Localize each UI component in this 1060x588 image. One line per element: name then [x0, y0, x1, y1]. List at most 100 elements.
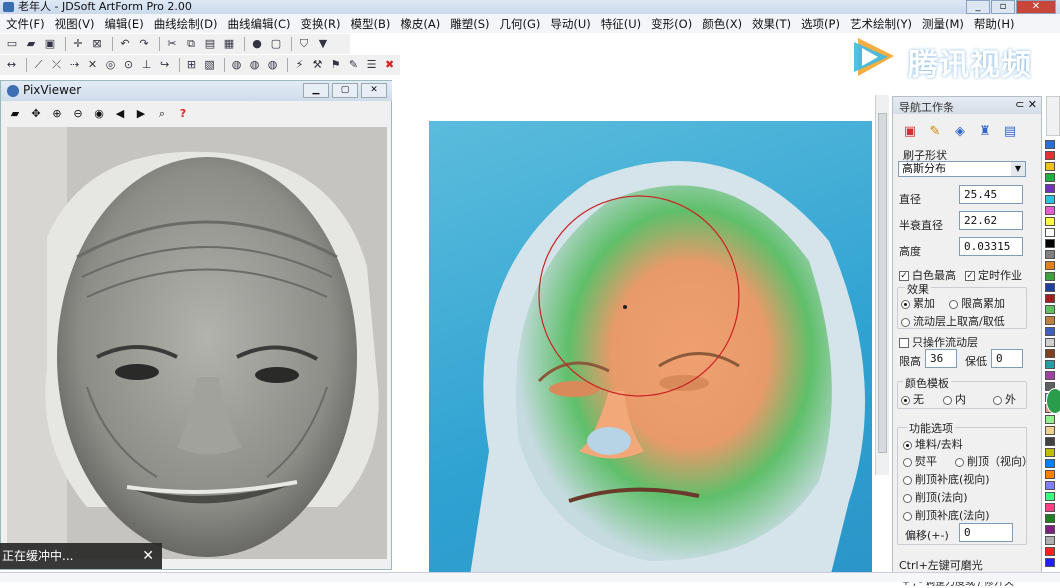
color-outer-radio[interactable]: 外 [993, 391, 1016, 407]
paint2-icon[interactable]: ◍ [247, 57, 262, 73]
effect-accumulate-radio[interactable]: 累加 [901, 295, 935, 311]
chevron-down-icon[interactable]: ▼ [1011, 162, 1025, 176]
color-swatch[interactable] [1045, 536, 1055, 545]
paste-icon[interactable]: ▤ [202, 36, 218, 52]
pixviewer-close-button[interactable]: ✕ [361, 83, 387, 98]
stamp-icon[interactable]: ⚑ [328, 57, 343, 73]
color-swatch[interactable] [1045, 217, 1055, 226]
offset-input[interactable]: 0 [959, 523, 1013, 542]
color-swatch[interactable] [1045, 261, 1055, 270]
effect-limit-radio[interactable]: 限高累加 [949, 295, 1005, 311]
color-swatch[interactable] [1045, 547, 1055, 556]
save-icon[interactable]: ▣ [42, 36, 58, 52]
only-flow-checkbox[interactable]: 只操作流动层 [899, 334, 978, 350]
menu-item-6[interactable]: 模型(B) [351, 16, 391, 32]
color-swatch[interactable] [1045, 503, 1055, 512]
menu-item-15[interactable]: 选项(P) [801, 16, 840, 32]
func-cut-view-radio[interactable]: 削顶（视向） [955, 453, 1033, 469]
cube-tool-icon[interactable]: ▣ [901, 123, 919, 141]
layer-tool-icon[interactable]: ◈ [951, 123, 969, 141]
effect-flow-radio[interactable]: 流动层上取高/取低 [901, 313, 1005, 329]
menu-item-10[interactable]: 导动(U) [550, 16, 590, 32]
select-box-icon[interactable]: ⊠ [89, 36, 105, 52]
color-swatch[interactable] [1045, 151, 1055, 160]
undo-icon[interactable]: ↶ [117, 36, 133, 52]
book-tool-icon[interactable]: ▤ [1001, 123, 1019, 141]
circle-tool-icon[interactable]: ◎ [103, 57, 118, 73]
stamp-tool-icon[interactable]: ♜ [976, 123, 994, 141]
zoom-window-icon[interactable]: ⌕ [154, 106, 170, 122]
cut-icon[interactable]: ✂ [164, 36, 180, 52]
color-swatch[interactable] [1045, 305, 1055, 314]
func-pile-radio[interactable]: 堆料/去料 [903, 436, 963, 452]
zoom-out-icon[interactable]: ⊖ [70, 106, 86, 122]
color-swatch[interactable] [1045, 437, 1055, 446]
scrollbar-thumb[interactable] [878, 113, 887, 453]
menu-item-3[interactable]: 曲线绘制(D) [154, 16, 218, 32]
color-swatch[interactable] [1045, 349, 1055, 358]
magic-wand-icon[interactable]: ⚡ [292, 57, 307, 73]
zoom-in-icon[interactable]: ⊕ [49, 106, 65, 122]
3d-viewport[interactable] [392, 80, 872, 582]
prev-icon[interactable]: ◀ [112, 106, 128, 122]
cup-icon[interactable]: ▼ [315, 36, 331, 52]
color-swatch[interactable] [1045, 338, 1055, 347]
delete-icon[interactable]: ▦ [221, 36, 237, 52]
view-frame-icon[interactable]: ▢ [268, 36, 284, 52]
func-cut-fill-view-radio[interactable]: 削顶补底(视向) [903, 471, 990, 487]
diameter-input[interactable]: 25.45 [959, 185, 1023, 204]
crosshair-icon[interactable]: ✛ [70, 36, 86, 52]
close-icon[interactable]: ✕ [142, 543, 154, 569]
color-swatch[interactable] [1045, 272, 1055, 281]
next-icon[interactable]: ▶ [133, 106, 149, 122]
color-swatch[interactable] [1045, 228, 1055, 237]
timed-checkbox[interactable]: ✓ 定时作业 [965, 267, 1022, 283]
color-swatch[interactable] [1045, 140, 1055, 149]
color-swatch[interactable] [1045, 525, 1055, 534]
paint-icon[interactable]: ◍ [229, 57, 244, 73]
color-swatch[interactable] [1045, 283, 1055, 292]
pixviewer-titlebar[interactable]: PixViewer ▁ ▢ ✕ [1, 81, 393, 101]
color-swatch[interactable] [1045, 360, 1055, 369]
help-icon[interactable]: ? [175, 106, 191, 122]
color-swatch[interactable] [1045, 470, 1055, 479]
menu-item-12[interactable]: 变形(O) [651, 16, 692, 32]
func-cut-fill-normal-radio[interactable]: 削顶补底(法向) [903, 507, 990, 523]
color-swatch[interactable] [1045, 514, 1055, 523]
sphere-icon[interactable]: ● [249, 36, 265, 52]
relief-model-scene[interactable] [429, 121, 872, 582]
minimize-button[interactable]: _ [966, 0, 990, 14]
wand-cross-icon[interactable]: ⚒ [310, 57, 325, 73]
move-tool-icon[interactable]: ↔ [4, 57, 19, 73]
color-swatch[interactable] [1045, 294, 1055, 303]
color-swatch[interactable] [1045, 239, 1055, 248]
open-image-icon[interactable]: ▰ [7, 106, 23, 122]
height-input[interactable]: 0.03315 [959, 237, 1023, 256]
right-scroll-indicator[interactable] [1046, 96, 1060, 136]
brush-icon[interactable]: ✎ [346, 57, 361, 73]
menu-item-11[interactable]: 特征(U) [601, 16, 641, 32]
color-swatch[interactable] [1045, 426, 1055, 435]
image-fit-icon[interactable]: ▧ [202, 57, 217, 73]
menu-item-13[interactable]: 颜色(X) [702, 16, 742, 32]
cross-tool-icon[interactable]: ✕ [85, 57, 100, 73]
half-decay-input[interactable]: 22.62 [959, 211, 1023, 230]
menu-item-5[interactable]: 变换(R) [301, 16, 341, 32]
brush-shape-select[interactable]: 高斯分布 ▼ [898, 161, 1026, 177]
redo-icon[interactable]: ↷ [136, 36, 152, 52]
menu-item-4[interactable]: 曲线编辑(C) [228, 16, 291, 32]
color-swatch[interactable] [1045, 371, 1055, 380]
paint3-icon[interactable]: ◍ [265, 57, 280, 73]
color-swatch[interactable] [1045, 448, 1055, 457]
copy-icon[interactable]: ⧉ [183, 36, 199, 52]
menu-item-7[interactable]: 橡皮(A) [400, 16, 440, 32]
menu-item-9[interactable]: 几何(G) [500, 16, 541, 32]
color-swatch[interactable] [1045, 481, 1055, 490]
keep-low-input[interactable]: 0 [991, 349, 1023, 368]
color-swatch[interactable] [1045, 195, 1055, 204]
color-swatch[interactable] [1045, 459, 1055, 468]
trim-tool-icon[interactable]: ⤫ [49, 57, 64, 73]
curve-tool-icon[interactable]: ↪ [157, 57, 172, 73]
side-float-button[interactable] [1046, 388, 1060, 414]
shield-icon[interactable]: ⛉ [296, 36, 312, 52]
